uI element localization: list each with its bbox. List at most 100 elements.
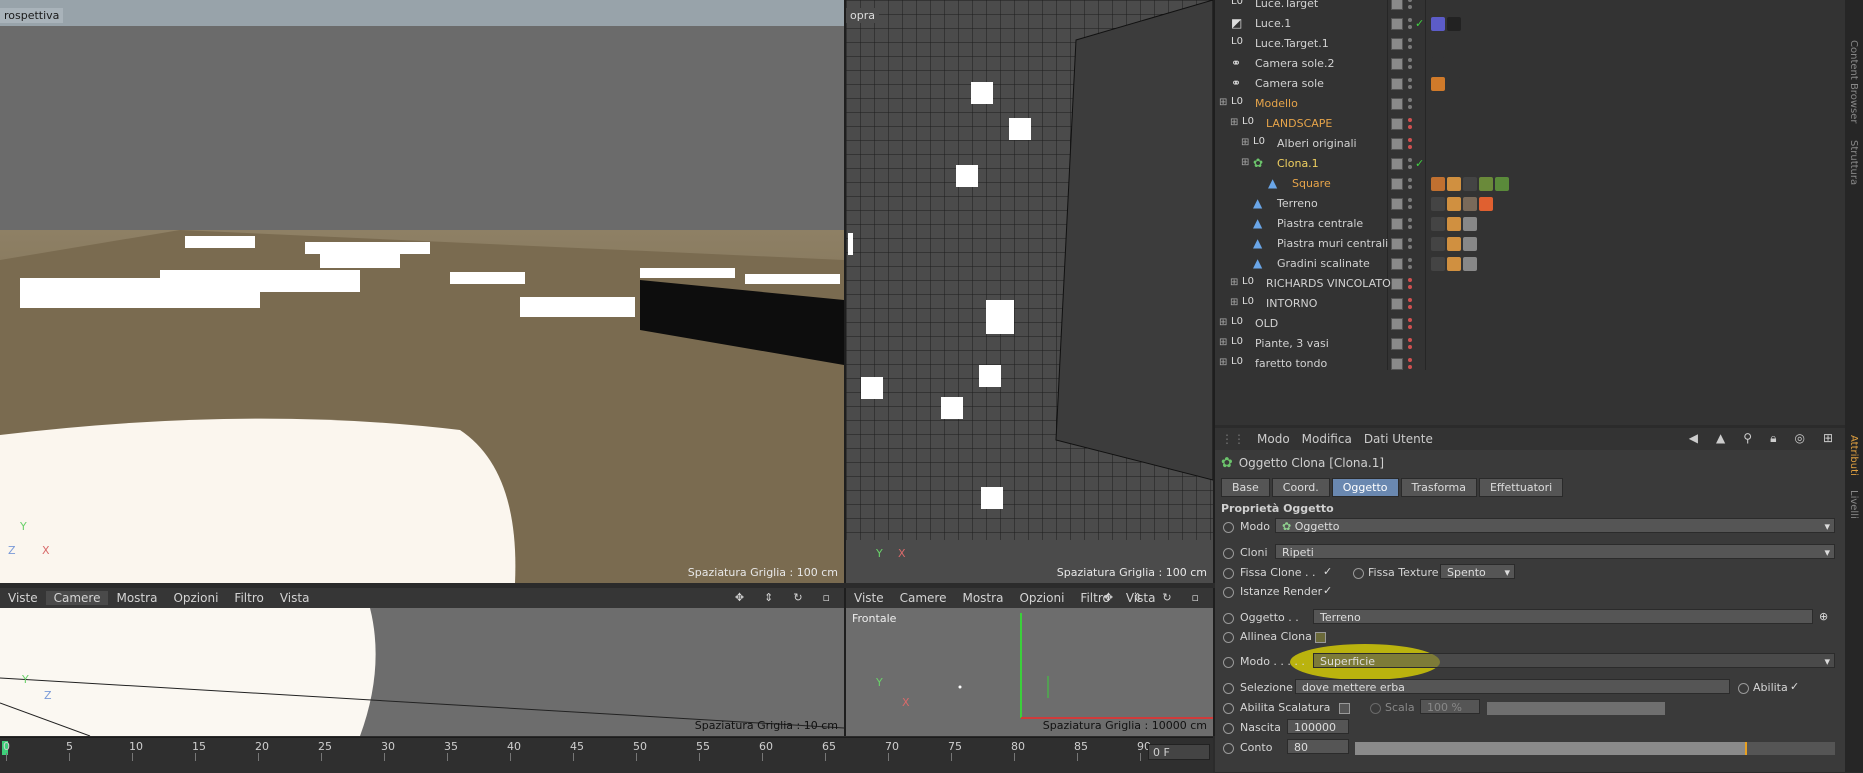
- menu-camere[interactable]: Camere: [45, 591, 109, 605]
- tab-base[interactable]: Base: [1221, 478, 1270, 497]
- animate-radio[interactable]: [1738, 683, 1749, 694]
- tag-icon[interactable]: [1447, 257, 1461, 271]
- scala-slider[interactable]: [1487, 702, 1665, 715]
- render-dot[interactable]: [1408, 85, 1412, 89]
- tab-livelli[interactable]: Livelli: [1848, 490, 1859, 519]
- enabled-check-icon[interactable]: ✓: [1415, 157, 1424, 170]
- expand-icon[interactable]: ⊞: [1219, 357, 1227, 368]
- visibility-dot[interactable]: [1408, 238, 1412, 242]
- tag-icon[interactable]: [1431, 17, 1445, 31]
- render-dot[interactable]: [1408, 345, 1412, 349]
- object-name[interactable]: Luce.Target: [1255, 0, 1318, 10]
- expand-icon[interactable]: ⊞: [1219, 97, 1227, 108]
- layer-icon[interactable]: [1391, 258, 1403, 270]
- zoom-icon[interactable]: ⇕: [756, 591, 781, 604]
- object-name[interactable]: Gradini scalinate: [1277, 257, 1370, 270]
- object-row[interactable]: L0 Luce.Target.1: [1215, 34, 1845, 54]
- animate-radio[interactable]: [1223, 683, 1234, 694]
- object-row[interactable]: L0 Luce.Target: [1215, 0, 1845, 14]
- tag-icon[interactable]: [1479, 197, 1493, 211]
- selezione-field[interactable]: dove mettere erba: [1295, 679, 1730, 694]
- menu-viste[interactable]: Viste: [846, 591, 892, 605]
- lock-icon[interactable]: 🔒︎: [1764, 431, 1782, 446]
- perspective-viewport[interactable]: rospettiva Y Z X Spaziatura Griglia : 10…: [0, 0, 846, 583]
- visibility-dot[interactable]: [1408, 178, 1412, 182]
- visibility-dot[interactable]: [1408, 278, 1412, 282]
- expand-icon[interactable]: ⊞: [1241, 157, 1249, 168]
- object-row[interactable]: ⊞ ✿ Clona.1 ✓: [1215, 154, 1845, 174]
- render-dot[interactable]: [1408, 285, 1412, 289]
- object-name[interactable]: Piante, 3 vasi: [1255, 337, 1329, 350]
- target-icon[interactable]: ◎: [1788, 431, 1810, 446]
- menu-dati-utente[interactable]: Dati Utente: [1358, 432, 1439, 446]
- animate-radio[interactable]: [1223, 703, 1234, 714]
- menu-modo[interactable]: Modo: [1251, 432, 1296, 446]
- object-name[interactable]: Square: [1292, 177, 1331, 190]
- menu-opzioni[interactable]: Opzioni: [165, 591, 226, 605]
- object-row[interactable]: ⊞ L0 Alberi originali: [1215, 134, 1845, 154]
- visibility-dot[interactable]: [1408, 358, 1412, 362]
- menu-camere[interactable]: Camere: [892, 591, 955, 605]
- rotate-icon[interactable]: ↻: [785, 591, 810, 604]
- fissa-texture-select[interactable]: Spento ▾: [1440, 564, 1515, 579]
- layer-icon[interactable]: [1391, 58, 1403, 70]
- layer-icon[interactable]: [1391, 318, 1403, 330]
- frame-field[interactable]: 0 F: [1148, 744, 1210, 760]
- layer-icon[interactable]: [1391, 238, 1403, 250]
- render-dot[interactable]: [1408, 5, 1412, 9]
- conto-field[interactable]: 80: [1287, 739, 1349, 754]
- render-dot[interactable]: [1408, 225, 1412, 229]
- expand-icon[interactable]: ⊞: [1230, 297, 1238, 308]
- animate-radio[interactable]: [1223, 613, 1234, 624]
- layer-icon[interactable]: [1391, 38, 1403, 50]
- object-name[interactable]: Luce.Target.1: [1255, 37, 1329, 50]
- animate-radio[interactable]: [1353, 568, 1364, 579]
- tab-attributi[interactable]: Attributi: [1848, 435, 1859, 476]
- visibility-dot[interactable]: [1408, 38, 1412, 42]
- nascita-field[interactable]: 100000: [1287, 719, 1349, 734]
- animate-radio[interactable]: [1223, 743, 1234, 754]
- object-manager[interactable]: L0 Luce.Target ◩ Luce.1 ✓ L0 Luce.Target.1 ⚭ Cam…: [1215, 0, 1845, 425]
- layer-icon[interactable]: [1391, 358, 1403, 370]
- tab-trasforma[interactable]: Trasforma: [1400, 478, 1477, 497]
- object-row[interactable]: ⊞ L0 Modello: [1215, 94, 1845, 114]
- layer-icon[interactable]: [1391, 158, 1403, 170]
- visibility-dot[interactable]: [1408, 338, 1412, 342]
- expand-icon[interactable]: ⊞: [1230, 277, 1238, 288]
- object-name[interactable]: Alberi originali: [1277, 137, 1357, 150]
- visibility-dot[interactable]: [1408, 258, 1412, 262]
- animate-radio[interactable]: [1223, 723, 1234, 734]
- tag-icon[interactable]: [1431, 197, 1445, 211]
- tag-icon[interactable]: [1447, 17, 1461, 31]
- menu-filtro[interactable]: Filtro: [226, 591, 271, 605]
- tag-icon[interactable]: [1431, 237, 1445, 251]
- layer-icon[interactable]: [1391, 218, 1403, 230]
- modo-superficie-select[interactable]: Superficie ▾: [1313, 653, 1835, 668]
- maximize-icon[interactable]: ▫: [815, 591, 838, 604]
- add-icon[interactable]: ⊞: [1817, 431, 1839, 446]
- allinea-checkbox[interactable]: [1315, 632, 1326, 643]
- tab-effettuatori[interactable]: Effettuatori: [1478, 478, 1564, 497]
- object-row[interactable]: ⊞ L0 INTORNO: [1215, 294, 1845, 314]
- object-name[interactable]: Terreno: [1277, 197, 1318, 210]
- visibility-dot[interactable]: [1408, 318, 1412, 322]
- menu-mostra[interactable]: Mostra: [954, 591, 1011, 605]
- expand-icon[interactable]: ⊞: [1230, 117, 1238, 128]
- conto-slider-handle[interactable]: [1745, 742, 1747, 755]
- object-row[interactable]: ⊞ L0 Piante, 3 vasi: [1215, 334, 1845, 354]
- animate-radio[interactable]: [1223, 522, 1234, 533]
- object-name[interactable]: Luce.1: [1255, 17, 1291, 30]
- render-dot[interactable]: [1408, 105, 1412, 109]
- object-row[interactable]: ▲ Terreno: [1215, 194, 1845, 214]
- animate-radio[interactable]: [1223, 657, 1234, 668]
- object-row[interactable]: ▲ Piastra muri centrali: [1215, 234, 1845, 254]
- tag-icon[interactable]: [1431, 177, 1445, 191]
- cloni-select[interactable]: Ripeti ▾: [1275, 544, 1835, 559]
- abilita-checkbox[interactable]: ✓: [1790, 680, 1799, 693]
- search-icon[interactable]: ⚲: [1737, 431, 1758, 446]
- render-dot[interactable]: [1408, 145, 1412, 149]
- layer-icon[interactable]: [1391, 338, 1403, 350]
- tab-struttura[interactable]: Struttura: [1848, 140, 1859, 185]
- move-icon[interactable]: ✥: [1096, 591, 1121, 604]
- menu-vista[interactable]: Vista: [272, 591, 318, 605]
